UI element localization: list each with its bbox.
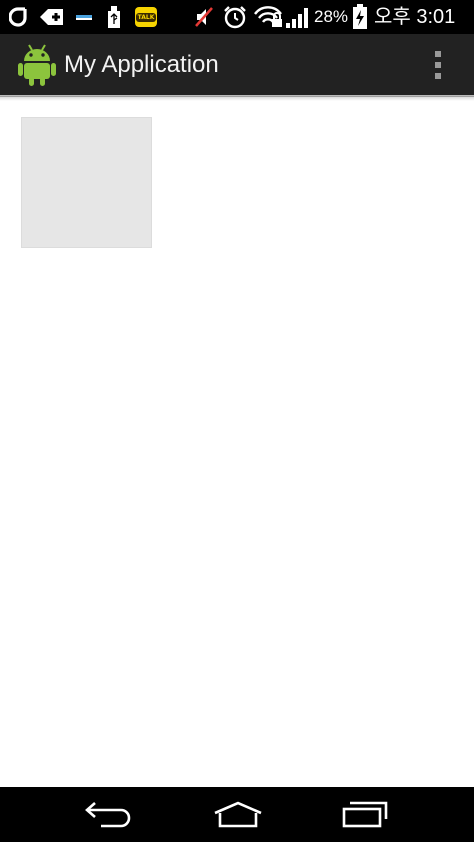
- app-title: My Application: [64, 51, 219, 78]
- mute-icon: [192, 4, 216, 30]
- action-bar: My Application: [0, 34, 474, 97]
- overflow-menu-icon[interactable]: [424, 46, 452, 84]
- wifi-lock-icon: [254, 4, 284, 30]
- signal-icon: [284, 4, 312, 30]
- battery-charging-icon: [350, 4, 370, 30]
- kakaotalk-icon: TALK: [134, 4, 158, 30]
- battery-percent: 28%: [314, 7, 349, 26]
- status-time: 오후 3:01: [374, 6, 456, 28]
- android-icon[interactable]: [18, 43, 56, 87]
- alarm-icon: [222, 4, 248, 30]
- recents-icon[interactable]: [340, 797, 390, 833]
- olleh-icon: [8, 4, 32, 30]
- home-icon[interactable]: [210, 797, 266, 833]
- content-area: [0, 97, 474, 787]
- image-placeholder: [21, 117, 152, 248]
- add-box-icon: [38, 4, 66, 30]
- usb-icon: [104, 4, 124, 30]
- navigation-bar: [0, 787, 474, 842]
- kakaotalk-label: TALK: [135, 12, 157, 22]
- usb-debug-icon: [72, 4, 96, 30]
- status-bar: TALK 28% 오후 3:01: [0, 0, 474, 34]
- back-icon[interactable]: [82, 797, 134, 833]
